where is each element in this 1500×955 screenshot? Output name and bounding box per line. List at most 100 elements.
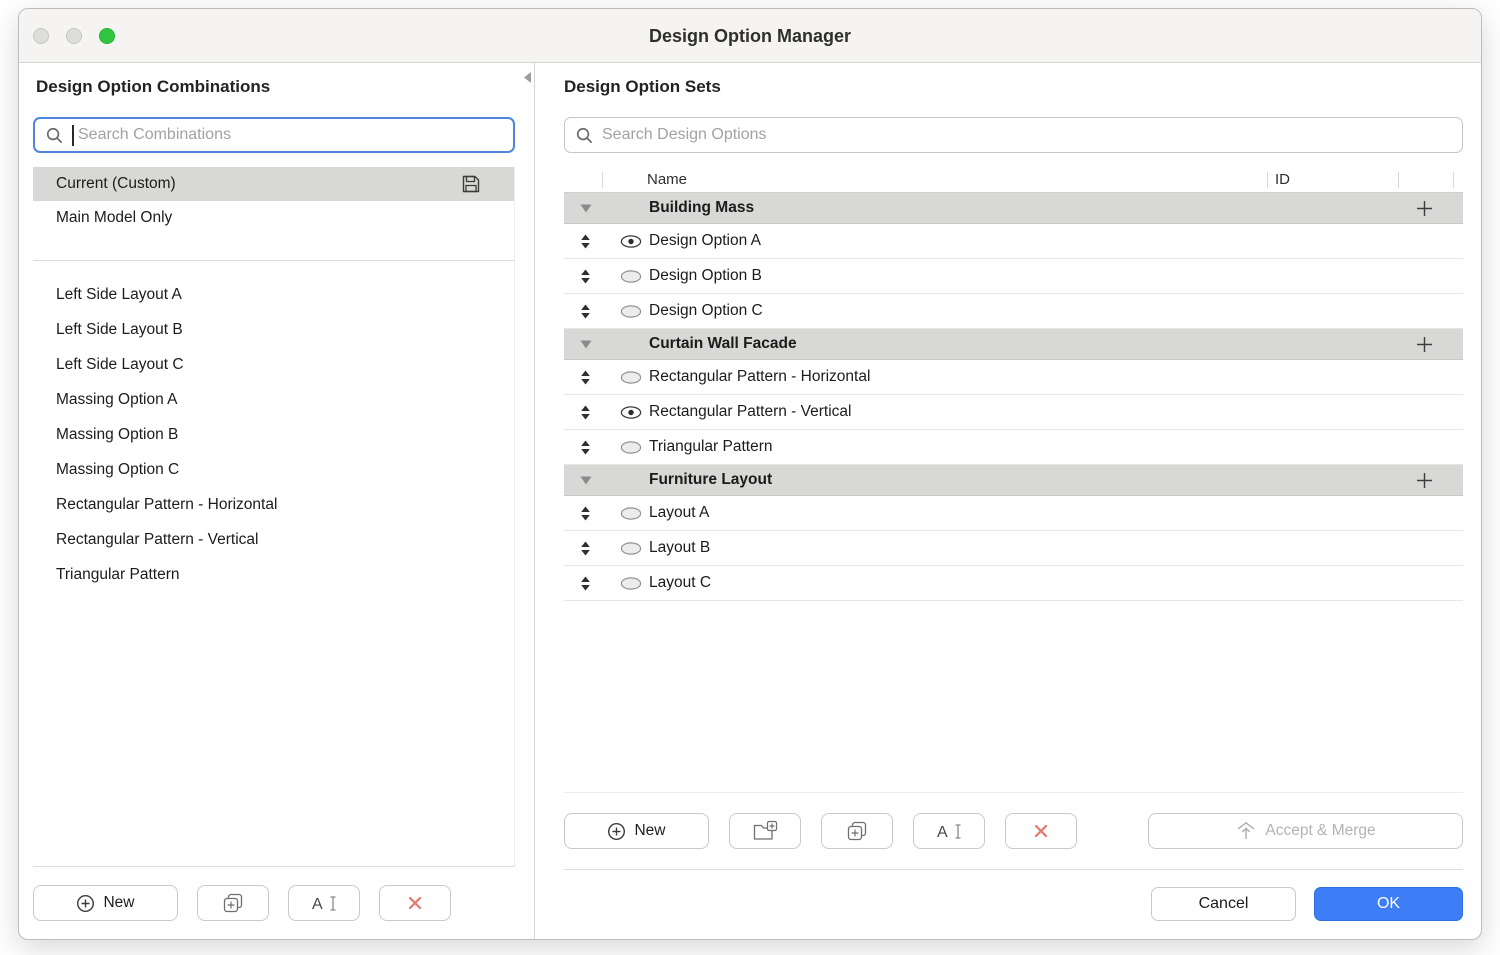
combination-item-main-model[interactable]: Main Model Only bbox=[33, 201, 514, 235]
design-option-manager-window: Design Option Manager Design Option Comb… bbox=[18, 8, 1482, 940]
disclosure-triangle-icon[interactable] bbox=[580, 476, 592, 485]
new-option-set-label: New bbox=[634, 822, 665, 840]
merge-up-arrow-icon bbox=[1235, 821, 1257, 841]
option-set-group-row[interactable]: Curtain Wall Facade bbox=[564, 329, 1463, 360]
accept-merge-label: Accept & Merge bbox=[1265, 822, 1375, 840]
add-option-icon[interactable] bbox=[1416, 336, 1433, 353]
reorder-handle-icon[interactable] bbox=[580, 234, 591, 249]
visibility-off-eye-icon[interactable] bbox=[620, 270, 642, 283]
design-option-row[interactable]: Rectangular Pattern - Vertical bbox=[564, 395, 1463, 430]
new-folder-button[interactable] bbox=[729, 813, 801, 849]
combination-list-item[interactable]: Triangular Pattern bbox=[33, 557, 514, 592]
duplicate-combination-button[interactable] bbox=[197, 885, 269, 921]
combination-list-item[interactable]: Massing Option C bbox=[33, 452, 514, 487]
disclosure-triangle-icon[interactable] bbox=[580, 340, 592, 349]
design-option-row[interactable]: Triangular Pattern bbox=[564, 430, 1463, 465]
duplicate-icon bbox=[845, 819, 869, 843]
combination-list-item[interactable]: Massing Option B bbox=[33, 417, 514, 452]
reorder-handle-icon[interactable] bbox=[580, 440, 591, 455]
column-divider bbox=[1267, 172, 1268, 188]
combination-list-item[interactable]: Rectangular Pattern - Horizontal bbox=[33, 487, 514, 522]
new-combination-button[interactable]: New bbox=[33, 885, 178, 921]
reorder-handle-icon[interactable] bbox=[580, 405, 591, 420]
combination-list-item[interactable]: Rectangular Pattern - Vertical bbox=[33, 522, 514, 557]
combinations-search-input[interactable] bbox=[78, 126, 503, 144]
combination-list-item[interactable]: Left Side Layout C bbox=[33, 347, 514, 382]
visibility-off-eye-icon[interactable] bbox=[620, 577, 642, 590]
list-separator bbox=[33, 235, 514, 261]
cancel-button[interactable]: Cancel bbox=[1151, 887, 1296, 921]
combination-list-items: Left Side Layout ALeft Side Layout BLeft… bbox=[33, 277, 514, 592]
disclosure-triangle-icon[interactable] bbox=[580, 204, 592, 213]
titlebar: Design Option Manager bbox=[19, 9, 1481, 63]
visibility-on-eye-icon[interactable] bbox=[620, 235, 642, 248]
option-sets-search[interactable] bbox=[564, 117, 1463, 153]
combination-list-item[interactable]: Left Side Layout B bbox=[33, 312, 514, 347]
design-option-row[interactable]: Layout C bbox=[564, 566, 1463, 601]
column-divider bbox=[1453, 172, 1454, 188]
combination-item-label: Current (Custom) bbox=[56, 175, 176, 192]
save-icon[interactable] bbox=[460, 173, 482, 195]
ok-button[interactable]: OK bbox=[1314, 887, 1463, 921]
footer-separator bbox=[564, 869, 1463, 870]
new-combination-label: New bbox=[103, 894, 134, 912]
visibility-off-eye-icon[interactable] bbox=[620, 507, 642, 520]
rename-combination-button[interactable]: A bbox=[288, 885, 360, 921]
duplicate-icon bbox=[221, 891, 245, 915]
design-option-row[interactable]: Design Option B bbox=[564, 259, 1463, 294]
column-divider bbox=[1398, 172, 1399, 188]
reorder-handle-icon[interactable] bbox=[580, 506, 591, 521]
option-set-group-row[interactable]: Building Mass bbox=[564, 193, 1463, 224]
option-sets-table-body: Building MassDesign Option A Design Optio… bbox=[564, 193, 1463, 601]
visibility-off-eye-icon[interactable] bbox=[620, 371, 642, 384]
new-option-set-button[interactable]: New bbox=[564, 813, 709, 849]
column-header-id: ID bbox=[1275, 171, 1290, 188]
visibility-off-eye-icon[interactable] bbox=[620, 441, 642, 454]
design-option-name: Design Option C bbox=[649, 302, 763, 320]
panel-divider[interactable] bbox=[534, 63, 535, 940]
add-option-icon[interactable] bbox=[1416, 472, 1433, 489]
option-sets-search-input[interactable] bbox=[602, 126, 1452, 144]
rename-option-button[interactable]: A bbox=[913, 813, 985, 849]
duplicate-option-button[interactable] bbox=[821, 813, 893, 849]
design-option-name: Design Option B bbox=[649, 267, 762, 285]
rename-icon: A bbox=[311, 894, 338, 913]
delete-combination-button[interactable] bbox=[379, 885, 451, 921]
combination-item-current[interactable]: Current (Custom) bbox=[33, 167, 514, 201]
delete-option-button[interactable] bbox=[1005, 813, 1077, 849]
accept-merge-button[interactable]: Accept & Merge bbox=[1148, 813, 1463, 849]
design-option-row[interactable]: Design Option A bbox=[564, 224, 1463, 259]
design-option-row[interactable]: Design Option C bbox=[564, 294, 1463, 329]
visibility-off-eye-icon[interactable] bbox=[620, 305, 642, 318]
design-option-row[interactable]: Layout A bbox=[564, 496, 1463, 531]
add-option-icon[interactable] bbox=[1416, 200, 1433, 217]
delete-x-icon bbox=[1032, 822, 1050, 840]
search-icon bbox=[45, 126, 64, 145]
combinations-panel-title: Design Option Combinations bbox=[36, 77, 270, 97]
plus-circle-icon bbox=[607, 822, 626, 841]
visibility-on-eye-icon[interactable] bbox=[620, 406, 642, 419]
collapse-panel-icon[interactable] bbox=[523, 71, 532, 84]
option-sets-panel-title: Design Option Sets bbox=[564, 77, 721, 97]
reorder-handle-icon[interactable] bbox=[580, 541, 591, 556]
option-set-group-row[interactable]: Furniture Layout bbox=[564, 465, 1463, 496]
design-option-name: Layout C bbox=[649, 574, 711, 592]
reorder-handle-icon[interactable] bbox=[580, 370, 591, 385]
window-title: Design Option Manager bbox=[19, 9, 1481, 62]
svg-text:A: A bbox=[312, 896, 323, 913]
visibility-off-eye-icon[interactable] bbox=[620, 542, 642, 555]
reorder-handle-icon[interactable] bbox=[580, 576, 591, 591]
svg-text:A: A bbox=[937, 824, 948, 841]
search-icon bbox=[575, 126, 594, 145]
combination-list-item[interactable]: Left Side Layout A bbox=[33, 277, 514, 312]
design-option-row[interactable]: Rectangular Pattern - Horizontal bbox=[564, 360, 1463, 395]
design-option-row[interactable]: Layout B bbox=[564, 531, 1463, 566]
combination-list: Current (Custom) Main Model Only Left Si… bbox=[33, 167, 515, 867]
combinations-search[interactable] bbox=[33, 117, 515, 153]
reorder-handle-icon[interactable] bbox=[580, 304, 591, 319]
reorder-handle-icon[interactable] bbox=[580, 269, 591, 284]
new-folder-icon bbox=[752, 820, 778, 842]
design-option-name: Layout A bbox=[649, 504, 709, 522]
option-sets-toolbar: New A Accept & Merge bbox=[564, 813, 1463, 849]
combination-list-item[interactable]: Massing Option A bbox=[33, 382, 514, 417]
